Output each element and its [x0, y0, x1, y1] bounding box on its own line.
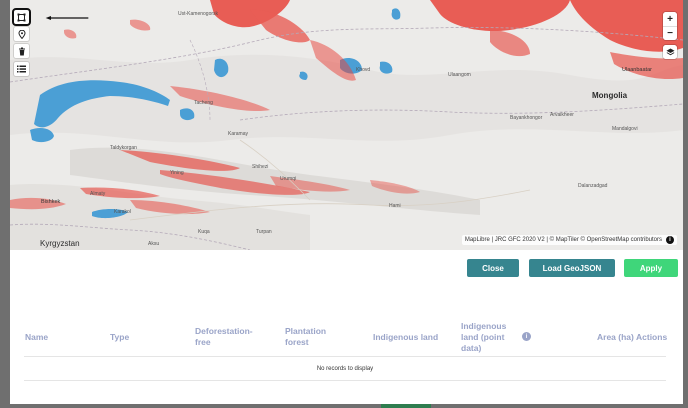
list-button[interactable] — [14, 62, 29, 76]
column-type[interactable]: Type — [110, 332, 129, 343]
attribution-text: MapLibre | JRC GFC 2020 V2 | © MapTiler … — [464, 237, 662, 243]
map-terrain — [10, 0, 683, 250]
column-deforestation-free[interactable]: Deforestation-free — [195, 326, 265, 348]
column-plantation-forest[interactable]: Plantation forest — [285, 326, 345, 348]
map-view[interactable]: Ust-Kamenogorsk Mongolia Kyrgyzstan Ulaa… — [10, 0, 683, 250]
list-icon — [17, 65, 26, 73]
draw-polygon-button[interactable] — [12, 8, 31, 26]
column-actions: Actions — [636, 332, 668, 342]
map-label-kyrgyzstan: Kyrgyzstan — [40, 239, 80, 248]
zoom-controls: + − — [663, 12, 677, 40]
map-pin-icon — [17, 29, 26, 39]
map-label-tacheng: Tacheng — [194, 100, 213, 106]
zoom-out-button[interactable]: − — [663, 26, 677, 40]
column-area[interactable]: Area (ha) — [597, 332, 634, 343]
empty-table-message: No records to display — [24, 357, 666, 381]
map-label-urumqi: Urumqi — [280, 176, 297, 182]
map-label-shihezi: Shihezi — [252, 164, 269, 170]
map-label-turpan: Turpan — [256, 229, 272, 235]
map-label-bishkek: Bishkek — [41, 199, 61, 205]
pointer-arrow-icon — [45, 16, 89, 20]
close-button[interactable]: Close — [467, 259, 519, 277]
layers-control — [663, 45, 677, 59]
map-label-taldykorgan: Taldykorgan — [110, 145, 137, 151]
map-label-kuqa: Kuqa — [198, 229, 210, 235]
zoom-in-button[interactable]: + — [663, 12, 677, 26]
attribution-info-icon[interactable]: i — [666, 236, 674, 244]
map-label-mandalgovi: Mandalgovi — [612, 126, 638, 132]
map-label-hami: Hami — [389, 203, 401, 209]
trash-icon — [18, 47, 25, 55]
map-label-ust-kamenogorsk: Ust-Kamenogorsk — [178, 11, 219, 17]
map-label-karakol: Karakol — [114, 209, 131, 215]
map-label-arvaikheer: Arvaikheer — [550, 112, 574, 118]
load-geojson-button[interactable]: Load GeoJSON — [529, 259, 615, 277]
map-label-ulaangom: Ulaangom — [448, 72, 471, 78]
indigenous-point-info-icon[interactable]: i — [522, 332, 531, 341]
column-indigenous-land[interactable]: Indigenous land — [373, 332, 438, 343]
background-page-fragment-bottom — [381, 404, 431, 408]
map-label-bayankhongor: Bayankhongor — [510, 115, 543, 121]
map-label-aksu: Aksu — [148, 241, 160, 247]
map-label-ulaanbaatar: Ulaanbaatar — [622, 67, 652, 73]
layers-button[interactable] — [663, 45, 677, 59]
draw-tools — [12, 8, 31, 79]
apply-button[interactable]: Apply — [624, 259, 678, 277]
map-label-almaty: Almaty — [90, 191, 106, 197]
geometry-table: Name Type Deforestation-free Plantation … — [24, 317, 668, 381]
draw-point-button[interactable] — [14, 27, 29, 41]
area-selection-modal: Ust-Kamenogorsk Mongolia Kyrgyzstan Ulaa… — [10, 0, 683, 404]
map-attribution: MapLibre | JRC GFC 2020 V2 | © MapTiler … — [461, 235, 677, 245]
column-name[interactable]: Name — [25, 332, 48, 343]
map-label-khovd: Khovd — [356, 67, 371, 73]
delete-button[interactable] — [14, 44, 29, 58]
map-label-dalanzadgad: Dalanzadgad — [578, 183, 608, 189]
table-header: Name Type Deforestation-free Plantation … — [24, 317, 668, 357]
map-label-karamay: Karamay — [228, 131, 249, 137]
column-indigenous-land-point[interactable]: Indigenous land (point data) — [461, 321, 517, 354]
map-label-yining: Yining — [170, 170, 184, 176]
layers-icon — [666, 48, 674, 55]
polygon-icon — [17, 13, 26, 21]
map-label-mongolia: Mongolia — [592, 91, 628, 100]
